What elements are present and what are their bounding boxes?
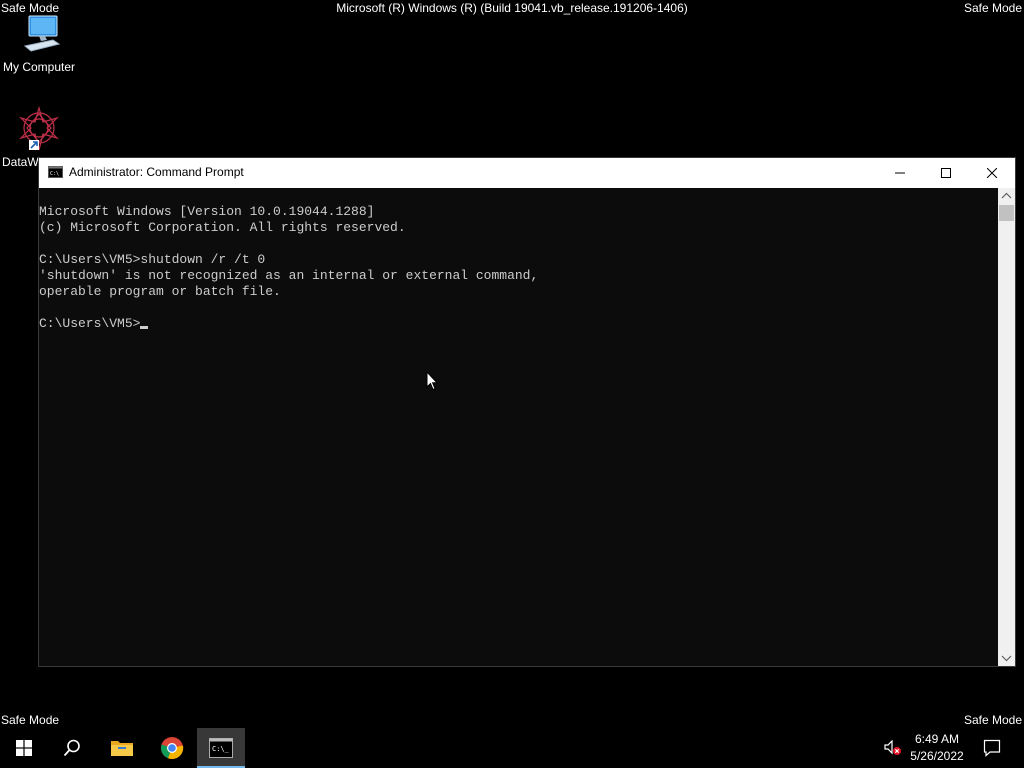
taskbar: C:\_ 6:49 AM 5/26/2022 <box>0 728 1024 768</box>
maximize-button[interactable] <box>923 158 969 188</box>
close-icon <box>987 168 997 178</box>
console-line: operable program or batch file. <box>39 284 281 299</box>
scrollbar-thumb[interactable] <box>999 205 1014 221</box>
svg-text:C:\_: C:\_ <box>212 745 230 753</box>
chrome-button[interactable] <box>148 728 196 768</box>
folder-icon <box>111 741 133 756</box>
notification-center-icon[interactable] <box>983 739 1001 757</box>
command-prompt-window[interactable]: C:\ Administrator: Command Prompt Micros… <box>38 157 1016 667</box>
window-titlebar[interactable]: C:\ Administrator: Command Prompt <box>39 158 1015 188</box>
build-watermark: Microsoft (R) Windows (R) (Build 19041.v… <box>336 1 688 15</box>
command-prompt-icon: C:\ <box>48 166 63 178</box>
mouse-pointer-icon <box>426 371 438 391</box>
command-prompt-taskbar-button[interactable]: C:\_ <box>197 728 245 768</box>
console-line: 'shutdown' is not recognized as an inter… <box>39 268 539 283</box>
desktop-icon-label: My Computer <box>2 60 76 74</box>
text-cursor <box>140 326 149 329</box>
system-clock[interactable]: 6:49 AM 5/26/2022 <box>904 731 970 765</box>
safe-mode-label-bottom-left: Safe Mode <box>1 713 60 727</box>
maximize-icon <box>941 168 951 178</box>
start-button[interactable] <box>0 728 48 768</box>
svg-text:C:\: C:\ <box>50 171 59 177</box>
chevron-up-icon <box>1001 192 1012 199</box>
window-title: Administrator: Command Prompt <box>69 165 244 179</box>
console-line: (c) Microsoft Corporation. All rights re… <box>39 220 406 235</box>
search-icon <box>63 739 80 757</box>
chevron-down-icon <box>1001 655 1012 662</box>
console-line: C:\Users\VM5>shutdown /r /t 0 <box>39 252 266 267</box>
scroll-up-button[interactable] <box>998 188 1015 205</box>
console-line: Microsoft Windows [Version 10.0.19044.12… <box>39 204 375 219</box>
vertical-scrollbar[interactable] <box>998 188 1015 666</box>
file-explorer-button[interactable] <box>98 728 146 768</box>
close-button[interactable] <box>969 158 1015 188</box>
datawrapper-shortcut-icon <box>15 105 63 152</box>
safe-mode-label-bottom-right: Safe Mode <box>963 713 1022 727</box>
clock-time: 6:49 AM <box>914 732 960 746</box>
windows-logo-icon <box>16 740 32 756</box>
clock-date: 5/26/2022 <box>910 749 964 763</box>
desktop-icon-my-computer[interactable]: My Computer <box>0 14 78 74</box>
console-prompt-line[interactable]: C:\Users\VM5> <box>39 316 1000 332</box>
chrome-icon <box>161 737 184 760</box>
console-output[interactable]: Microsoft Windows [Version 10.0.19044.12… <box>39 188 1000 666</box>
minimize-icon <box>895 172 905 174</box>
volume-muted-icon[interactable] <box>884 740 902 756</box>
scroll-down-button[interactable] <box>998 649 1015 666</box>
minimize-button[interactable] <box>877 158 923 188</box>
computer-icon <box>15 14 63 60</box>
command-prompt-icon: C:\_ <box>209 738 233 758</box>
console-prompt: C:\Users\VM5> <box>39 316 141 331</box>
search-button[interactable] <box>48 728 96 768</box>
